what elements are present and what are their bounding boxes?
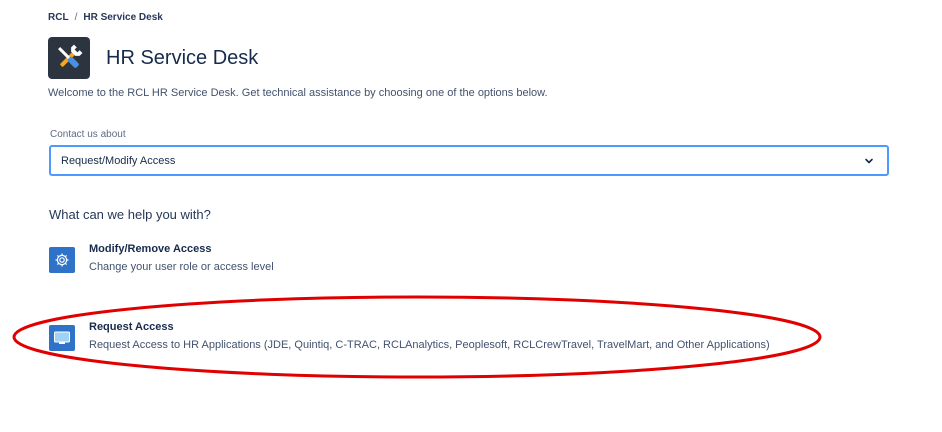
contact-select[interactable]: Request/Modify Access [49, 145, 889, 176]
option-title: Modify/Remove Access [89, 243, 212, 255]
chevron-down-icon [863, 155, 875, 167]
help-center-page: RCL / HR Service Desk HR Service Desk We… [0, 0, 942, 432]
option-description: Change your user role or access level [89, 261, 274, 273]
breadcrumb-root-link[interactable]: RCL [48, 12, 69, 23]
breadcrumb: RCL / HR Service Desk [48, 12, 163, 23]
help-heading: What can we help you with? [49, 207, 211, 222]
tools-icon [48, 37, 90, 79]
page-title: HR Service Desk [106, 46, 259, 69]
portal-header: HR Service Desk [48, 37, 258, 79]
welcome-text: Welcome to the RCL HR Service Desk. Get … [48, 87, 548, 99]
gear-icon [49, 247, 75, 273]
monitor-icon [49, 325, 75, 351]
option-request-access[interactable]: Request Access Request Access to HR Appl… [49, 320, 770, 352]
contact-select-value: Request/Modify Access [61, 154, 176, 167]
option-modify-remove-access[interactable]: Modify/Remove Access Change your user ro… [49, 242, 274, 274]
breadcrumb-separator: / [74, 12, 78, 23]
option-title: Request Access [89, 321, 174, 333]
breadcrumb-current-link[interactable]: HR Service Desk [83, 12, 163, 23]
option-description: Request Access to HR Applications (JDE, … [89, 339, 770, 351]
contact-label: Contact us about [50, 129, 126, 140]
